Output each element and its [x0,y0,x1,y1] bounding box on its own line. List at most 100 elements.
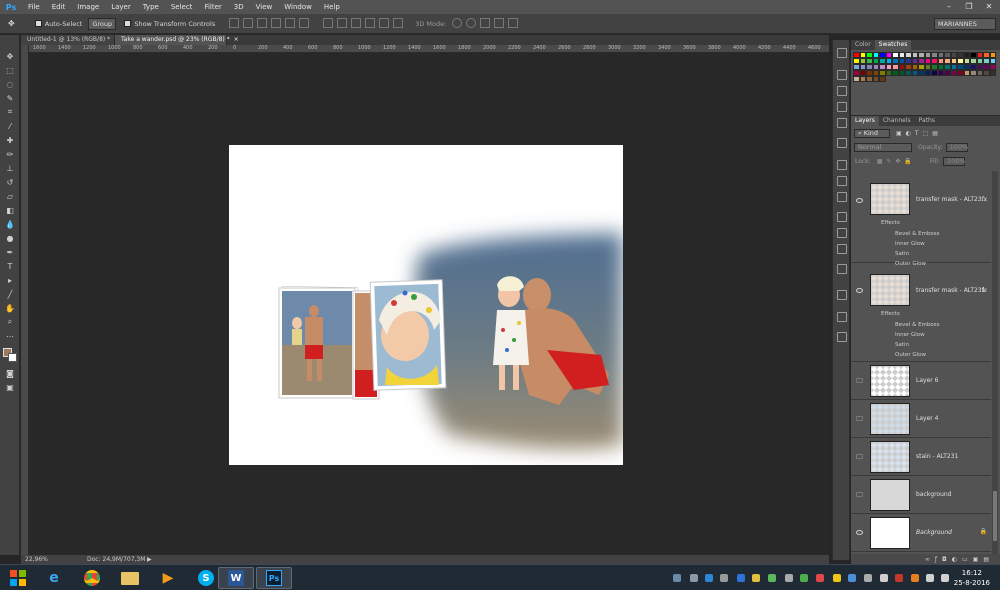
effects-label[interactable]: Effects [881,220,900,226]
visibility-toggle-icon[interactable] [856,454,863,459]
lasso-tool-icon[interactable]: ◌ [4,79,16,89]
adjustment-layer-icon[interactable]: ◐ [952,556,962,563]
move-tool-icon[interactable]: ✥ [8,19,15,28]
visibility-toggle-icon[interactable] [856,378,863,383]
taskbar-clock[interactable]: 16:12 25-8-2016 [954,568,990,588]
navigator-panel-icon[interactable] [837,160,847,170]
align-right-icon[interactable] [299,17,310,28]
flag-icon[interactable] [911,574,919,582]
history-brush-icon[interactable]: ↺ [4,177,16,187]
visibility-eye-icon[interactable] [856,288,863,293]
distribute-bottom-icon[interactable] [351,17,362,28]
styles-panel-icon[interactable] [837,212,847,222]
paragraph-panel-icon[interactable] [837,264,847,274]
quick-mask-icon[interactable]: ◙ [4,368,16,378]
distribute-left-icon[interactable] [365,17,376,28]
tray-icon[interactable] [800,574,808,582]
menu-edit[interactable]: Edit [46,0,72,14]
opacity-input[interactable]: 100% [945,142,968,152]
effect-item[interactable]: Satin [895,251,909,257]
background-color-swatch[interactable] [8,353,17,362]
layer-filter-kind-dropdown[interactable]: ⌕ Kind [854,128,890,138]
tab-layers[interactable]: Layers [851,116,879,126]
menu-file[interactable]: File [22,0,46,14]
effect-item[interactable]: Bevel & Emboss [895,322,940,328]
status-menu-arrow-icon[interactable]: ▶ [147,555,152,564]
distribute-top-icon[interactable] [323,17,334,28]
tab-take-a-wander[interactable]: Take a wander.psd @ 23% (RGB/8) * × [115,35,239,45]
tray-icon[interactable] [737,574,745,582]
clone-stamp-icon[interactable]: ⊥ [4,163,16,173]
3d-pan-icon[interactable] [480,17,491,28]
crop-tool-icon[interactable]: ⌗ [4,107,16,117]
character-panel-icon[interactable] [837,138,847,148]
menu-layer[interactable]: Layer [105,0,137,14]
taskbar-chrome[interactable] [74,567,110,589]
distribute-right-icon[interactable] [393,17,404,28]
layer-filter-icons[interactable]: ▣◐T⬚▤ [896,130,942,137]
tray-icon[interactable] [705,574,713,582]
notes-panel-icon[interactable] [837,192,847,202]
menu-3d[interactable]: 3D [228,0,250,14]
visibility-toggle-icon[interactable] [856,416,863,421]
effect-item[interactable]: Inner Glow [895,332,925,338]
taskbar-file-explorer[interactable] [112,567,148,589]
volume-icon[interactable] [941,574,949,582]
lock-icons[interactable]: ▦✎✥🔒 [877,158,916,165]
info-panel-icon[interactable] [837,86,847,96]
layer-row[interactable]: Layer 6 [851,362,991,400]
tray-icon[interactable] [752,574,760,582]
effect-item[interactable]: Satin [895,342,909,348]
add-style-icon[interactable]: ƒ [935,556,942,563]
3d-slide-icon[interactable] [494,17,505,28]
tab-swatches[interactable]: Swatches [874,40,912,50]
tray-icon[interactable] [895,574,903,582]
marquee-tool-icon[interactable]: ⬚ [4,65,16,75]
clone-source-icon[interactable] [837,290,847,300]
tray-icon[interactable] [690,574,698,582]
layer-row[interactable]: Background 🔒 [851,514,991,552]
tray-icon[interactable] [673,574,681,582]
align-bottom-icon[interactable] [257,17,268,28]
align-center-icon[interactable] [285,17,296,28]
hand-tool-icon[interactable]: ✋ [4,303,16,313]
new-layer-icon[interactable]: ▣ [973,556,984,563]
document-canvas[interactable] [229,145,623,465]
history-panel-icon[interactable] [837,48,847,58]
menu-select[interactable]: Select [165,0,199,14]
minimize-button[interactable]: – [940,1,958,12]
type-tool-icon[interactable]: T [4,261,16,271]
menu-view[interactable]: View [250,0,279,14]
align-left-icon[interactable] [271,17,282,28]
align-top-icon[interactable] [229,17,240,28]
menu-type[interactable]: Type [137,0,165,14]
path-select-icon[interactable]: ▸ [4,275,16,285]
taskbar-photoshop[interactable]: Ps [256,567,292,589]
tab-untitled-1[interactable]: Untitled-1 @ 13% (RGB/8) * × [21,35,119,45]
distribute-middle-icon[interactable] [337,17,348,28]
healing-brush-icon[interactable]: ✚ [4,135,16,145]
actions-panel-icon[interactable] [837,228,847,238]
eyedropper-tool-icon[interactable]: ⁄ [4,121,16,131]
layer-row[interactable]: transfer mask - ALT231 fx Effects Bevel … [851,266,991,362]
visibility-eye-icon[interactable] [856,530,863,535]
restore-button[interactable]: ❐ [960,1,978,12]
tab-channels[interactable]: Channels [879,116,915,126]
fx-badge[interactable]: fx [981,287,987,294]
properties-panel-icon[interactable] [837,70,847,80]
paint-bucket-icon[interactable]: ◧ [4,205,16,215]
menu-window[interactable]: Window [278,0,318,14]
blend-mode-dropdown[interactable]: Normal [854,142,912,152]
blur-tool-icon[interactable]: 💧 [4,219,16,229]
network-icon[interactable] [926,574,934,582]
workspace-dropdown[interactable]: MARIANNES [934,17,996,30]
tray-icon[interactable] [768,574,776,582]
color-swatch[interactable] [879,76,886,82]
distribute-center-icon[interactable] [379,17,390,28]
taskbar-word[interactable]: W [218,567,254,589]
brush-panel-icon[interactable] [837,118,847,128]
layer-row[interactable]: background [851,476,991,514]
dodge-tool-icon[interactable]: ● [4,233,16,243]
taskbar-internet-explorer[interactable]: e [36,567,72,589]
effect-item[interactable]: Outer Glow [895,352,926,358]
